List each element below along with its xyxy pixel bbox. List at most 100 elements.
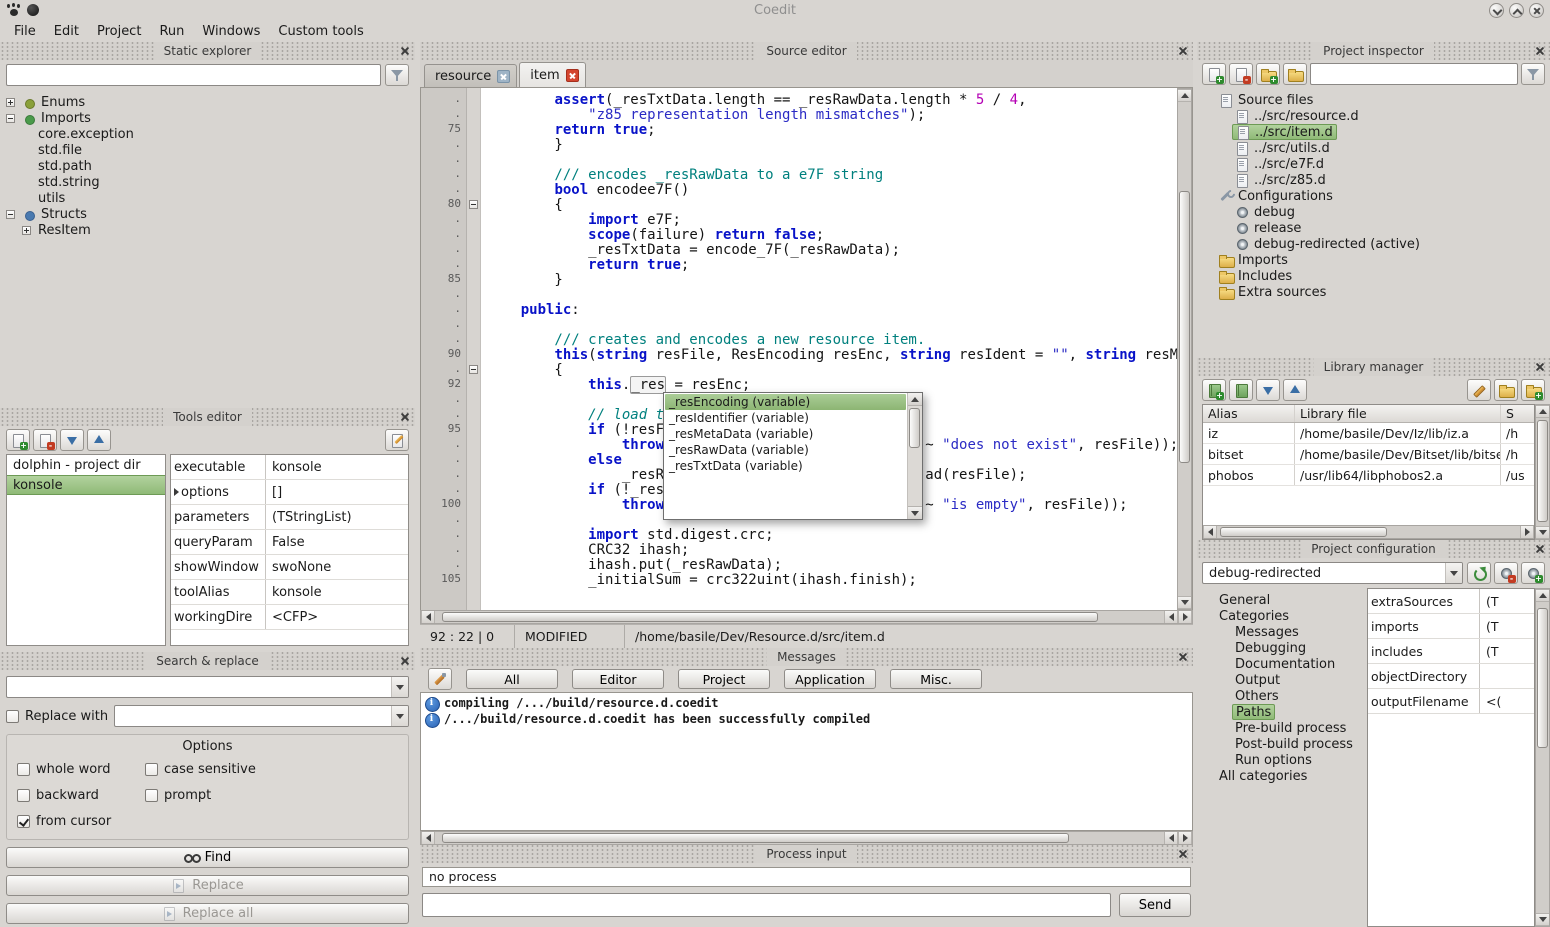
property-value[interactable]: swoNone (266, 555, 408, 579)
property-value[interactable] (1480, 664, 1534, 688)
option-from-cursor-checkbox[interactable] (17, 815, 30, 828)
filter-editor-button[interactable]: Editor (572, 669, 664, 689)
search-term-combo[interactable] (6, 676, 409, 698)
move-up-button[interactable] (1283, 379, 1307, 401)
filter-symbols-button[interactable] (385, 64, 409, 86)
code-area[interactable]: assert(_resTxtData.length == _resRawData… (481, 88, 1177, 610)
column-header-alias[interactable]: Alias (1203, 405, 1295, 422)
sync-config-button[interactable] (1467, 562, 1491, 584)
property-value[interactable]: konsole (266, 580, 408, 604)
property-value[interactable]: [] (266, 480, 408, 504)
tree-item-std-path[interactable]: std.path (2, 158, 413, 174)
filter-project-button[interactable]: Project (678, 669, 770, 689)
library-row-iz[interactable]: iz/home/basile/Dev/Iz/lib/iz.a/h (1203, 423, 1534, 444)
fold-marker-icon[interactable] (469, 200, 478, 209)
column-header-s[interactable]: S (1501, 405, 1534, 422)
scrollbar-thumb[interactable] (1537, 608, 1548, 748)
tree-item-documentation[interactable]: Documentation (1199, 656, 1365, 672)
move-down-button[interactable] (60, 429, 84, 451)
send-button[interactable]: Send (1119, 893, 1191, 917)
scrollbar-thumb[interactable] (442, 612, 1098, 622)
clear-messages-button[interactable] (428, 668, 452, 690)
library-horizontal-scrollbar[interactable] (1203, 525, 1534, 539)
tree-item-general[interactable]: General (1199, 592, 1365, 608)
filter-all-button[interactable]: All (466, 669, 558, 689)
edit-library-button[interactable] (1467, 379, 1491, 401)
library-row-bitset[interactable]: bitset/home/basile/Dev/Bitset/lib/bitse/… (1203, 444, 1534, 465)
project-search-input[interactable] (1310, 63, 1518, 85)
dropdown-arrow-icon[interactable] (391, 706, 408, 726)
replace-with-combo[interactable] (114, 705, 409, 727)
dropdown-arrow-icon[interactable] (1445, 563, 1462, 583)
tree-item-std-string[interactable]: std.string (2, 174, 413, 190)
tree-item-source-files[interactable]: Source files (1199, 92, 1548, 108)
tree-item-resitem[interactable]: ResItem (2, 222, 413, 238)
menu-project[interactable]: Project (89, 22, 149, 41)
replace-all-button[interactable]: Replace all (6, 903, 409, 924)
remove-source-button[interactable] (1229, 63, 1253, 85)
close-panel-icon[interactable] (399, 655, 411, 667)
tree-item-src-item-d[interactable]: ../src/item.d (1199, 124, 1548, 140)
tree-item-configurations[interactable]: Configurations (1199, 188, 1548, 204)
tool-item-konsole[interactable]: konsole (7, 475, 165, 495)
expander-expanded-icon[interactable] (6, 210, 15, 219)
property-value[interactable]: konsole (266, 455, 408, 479)
scrollbar-thumb[interactable] (909, 408, 920, 448)
scroll-left-icon[interactable] (1203, 526, 1217, 538)
property-value[interactable]: False (266, 530, 408, 554)
fold-marker-icon[interactable] (469, 365, 478, 374)
window-shade-button[interactable] (1489, 3, 1504, 18)
tree-item-src-e7f-d[interactable]: ../src/e7F.d (1199, 156, 1548, 172)
scroll-down-icon[interactable] (1536, 526, 1549, 539)
configuration-vertical-scrollbar[interactable] (1535, 588, 1550, 927)
menu-run[interactable]: Run (151, 22, 192, 41)
tree-item-structs[interactable]: Structs (2, 206, 413, 222)
tree-item-debug-redirected-active[interactable]: debug-redirected (active) (1199, 236, 1548, 252)
add-library-button[interactable] (1202, 379, 1226, 401)
completion-item-resrawdata-variable[interactable]: _resRawData (variable) (665, 442, 906, 458)
filter-misc-button[interactable]: Misc. (890, 669, 982, 689)
option-case-sensitive-checkbox[interactable] (145, 763, 158, 776)
window-unshade-button[interactable] (1509, 3, 1524, 18)
property-value[interactable]: (T (1480, 614, 1534, 638)
option-backward-checkbox[interactable] (17, 789, 30, 802)
tree-item-src-resource-d[interactable]: ../src/resource.d (1199, 108, 1548, 124)
library-from-folder-button[interactable] (1494, 379, 1518, 401)
property-value[interactable]: <CFP> (266, 605, 408, 629)
close-panel-icon[interactable] (1534, 543, 1546, 555)
scroll-up-icon[interactable] (1536, 589, 1549, 602)
replace-with-checkbox[interactable] (6, 710, 19, 723)
duplicate-library-button[interactable] (1229, 379, 1253, 401)
scrollbar-thumb[interactable] (1220, 527, 1387, 537)
menu-windows[interactable]: Windows (194, 22, 268, 41)
tree-item-imports[interactable]: Imports (1199, 252, 1548, 268)
tree-item-pre-build-process[interactable]: Pre-build process (1199, 720, 1365, 736)
property-value[interactable]: <( (1480, 689, 1534, 713)
remove-config-button[interactable] (1494, 562, 1518, 584)
option-prompt-checkbox[interactable] (145, 789, 158, 802)
messages-horizontal-scrollbar[interactable] (420, 831, 1193, 845)
symbol-search-input[interactable] (6, 64, 381, 86)
scroll-right-icon[interactable] (1178, 832, 1192, 844)
tree-item-core-exception[interactable]: core.exception (2, 126, 413, 142)
close-panel-icon[interactable] (399, 411, 411, 423)
close-panel-icon[interactable] (1177, 651, 1189, 663)
editor-vertical-scrollbar[interactable] (1177, 88, 1192, 610)
completion-scrollbar[interactable] (907, 393, 922, 519)
tree-item-release[interactable]: release (1199, 220, 1548, 236)
tree-item-post-build-process[interactable]: Post-build process (1199, 736, 1365, 752)
close-panel-icon[interactable] (1177, 45, 1189, 57)
scroll-up-icon[interactable] (1536, 405, 1549, 418)
scroll-down-icon[interactable] (1178, 596, 1191, 609)
tool-item-dolphin-project-dir[interactable]: dolphin - project dir (7, 455, 165, 475)
code-editor[interactable]: ..75....80....85....90.92..95....100....… (420, 88, 1193, 610)
dropdown-arrow-icon[interactable] (391, 677, 408, 697)
option-whole-word-checkbox[interactable] (17, 763, 30, 776)
scrollbar-thumb[interactable] (1537, 420, 1548, 522)
scroll-up-icon[interactable] (1178, 89, 1191, 102)
tree-item-run-options[interactable]: Run options (1199, 752, 1365, 768)
scroll-down-icon[interactable] (908, 506, 922, 519)
tab-resource[interactable]: resource (424, 64, 517, 87)
scroll-down-icon[interactable] (1536, 913, 1549, 926)
replace-button[interactable]: Replace (6, 875, 409, 896)
